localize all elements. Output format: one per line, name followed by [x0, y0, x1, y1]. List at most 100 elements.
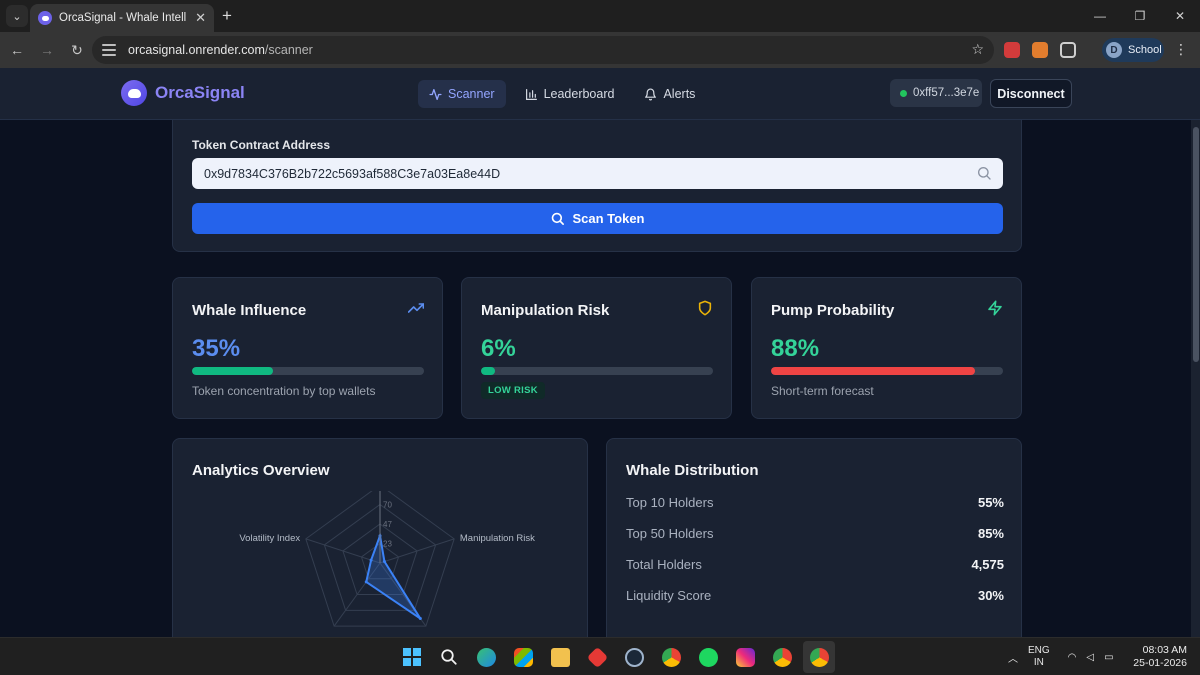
instagram-icon[interactable]	[729, 641, 761, 673]
windows-start-icon[interactable]	[396, 641, 428, 673]
tab-search-button[interactable]: ⌄	[6, 5, 28, 27]
nav-alerts-label: Alerts	[663, 87, 696, 101]
metric-progress-track	[481, 367, 713, 375]
window-controls: — ❐ ✕	[1080, 0, 1200, 32]
browser-tab-strip: ⌄ OrcaSignal - Whale Intelligence ✕ + — …	[0, 0, 1200, 32]
wifi-icon[interactable]: ◠	[1068, 652, 1077, 663]
language-indicator[interactable]: ENG IN	[1028, 645, 1050, 669]
close-window-button[interactable]: ✕	[1160, 0, 1200, 32]
distribution-value: 55%	[977, 495, 1004, 510]
battery-icon[interactable]: ▭	[1104, 652, 1113, 663]
distribution-row: Liquidity Score 30%	[626, 588, 1004, 603]
address-bar[interactable]: orcasignal.onrender.com/scanner ☆	[92, 36, 994, 64]
token-address-input[interactable]	[192, 158, 1003, 189]
brand-logo[interactable]: OrcaSignal	[121, 80, 245, 106]
taskbar-search-icon[interactable]	[433, 641, 465, 673]
token-address-label: Token Contract Address	[192, 138, 331, 152]
fox-extension-icon[interactable]	[1032, 42, 1048, 58]
file-explorer-icon[interactable]	[544, 641, 576, 673]
metric-progress-fill	[481, 367, 495, 375]
metric-title: Manipulation Risk	[481, 302, 610, 319]
search-icon[interactable]	[976, 165, 992, 181]
chrome-active-icon[interactable]	[803, 641, 835, 673]
distribution-value: 30%	[977, 588, 1004, 603]
tray-chevron-icon[interactable]: ︿	[1008, 650, 1018, 665]
nav-leaderboard[interactable]: Leaderboard	[514, 80, 626, 108]
distribution-row: Top 50 Holders 85%	[626, 526, 1004, 541]
search-icon	[552, 212, 565, 225]
metric-caption: Short-term forecast	[771, 384, 874, 398]
scan-token-button[interactable]: Scan Token	[192, 203, 1003, 234]
whale-distribution-card: Whale Distribution Top 10 Holders 55% To…	[606, 438, 1022, 637]
forward-arrow-icon[interactable]: →	[32, 42, 62, 58]
microsoft-store-icon[interactable]	[507, 641, 539, 673]
steam-icon[interactable]	[618, 641, 650, 673]
system-tray: ︿ ENG IN ◠ ◁ ▭	[1008, 638, 1114, 675]
taskbar-apps	[396, 641, 835, 673]
scan-token-label: Scan Token	[572, 211, 645, 226]
metric-value: 35%	[192, 335, 241, 362]
red-extension-icon[interactable]	[1004, 42, 1020, 58]
whale-influence-card: Whale Influence 35% Token concentration …	[172, 277, 443, 419]
nav-alerts[interactable]: Alerts	[633, 80, 706, 108]
red-app-icon[interactable]	[581, 641, 613, 673]
radar-data-point	[418, 617, 422, 621]
scanner-card: Token Contract Address Scan Token	[172, 120, 1022, 252]
system-clock[interactable]: 08:03 AM 25-01-2026	[1131, 644, 1187, 670]
nav-scanner[interactable]: Scanner	[418, 80, 506, 108]
profile-name: School	[1128, 44, 1162, 56]
tab-close-icon[interactable]: ✕	[195, 10, 206, 26]
distribution-title: Whale Distribution	[626, 462, 759, 479]
radar-tick-label: 23	[383, 540, 392, 549]
radar-data-point	[382, 560, 386, 564]
wallet-address-badge[interactable]: 0xff57...3e7e	[890, 79, 982, 107]
restore-button[interactable]: ❐	[1120, 0, 1160, 32]
trending-up-icon	[408, 303, 424, 313]
metric-value: 6%	[481, 335, 516, 362]
orca-logo-icon	[121, 80, 147, 106]
site-info-icon[interactable]	[102, 44, 116, 56]
url-text[interactable]: orcasignal.onrender.com/scanner	[128, 43, 313, 57]
activity-icon	[429, 88, 442, 100]
lightning-icon	[988, 300, 1002, 316]
chrome-icon[interactable]	[655, 641, 687, 673]
metric-caption: Token concentration by top wallets	[192, 384, 376, 398]
orca-favicon-icon	[38, 11, 52, 25]
chrome-profile-icon[interactable]	[766, 641, 798, 673]
bookmark-star-icon[interactable]: ☆	[971, 41, 984, 58]
radar-axis-label: Manipulation Risk	[460, 533, 535, 544]
connected-status-dot	[900, 89, 907, 97]
minimize-button[interactable]: —	[1080, 0, 1120, 32]
new-tab-button[interactable]: +	[222, 7, 232, 24]
disconnect-button[interactable]: Disconnect	[990, 79, 1072, 108]
tab-title: OrcaSignal - Whale Intelligence	[59, 12, 187, 24]
nav-scanner-label: Scanner	[448, 87, 495, 101]
spotify-icon[interactable]	[692, 641, 724, 673]
volume-icon[interactable]: ◁	[1086, 652, 1094, 663]
metric-progress-track	[192, 367, 424, 375]
main-content: Token Contract Address Scan Token Whale …	[0, 120, 1190, 637]
back-arrow-icon[interactable]: ←	[2, 42, 32, 58]
radar-data-point	[369, 558, 373, 562]
puzzle-extensions-icon[interactable]	[1060, 42, 1076, 58]
distribution-label: Top 50 Holders	[626, 526, 714, 541]
extensions-area	[1004, 32, 1076, 68]
radar-data-point	[364, 580, 368, 584]
avatar: D	[1106, 42, 1122, 58]
distribution-label: Total Holders	[626, 557, 702, 572]
pump-probability-card: Pump Probability 88% Short-term forecast	[751, 277, 1022, 419]
edge-browser-icon[interactable]	[470, 641, 502, 673]
distribution-label: Liquidity Score	[626, 588, 712, 603]
shield-icon	[698, 300, 712, 316]
browser-tab[interactable]: OrcaSignal - Whale Intelligence ✕	[30, 4, 214, 32]
scrollbar-thumb[interactable]	[1193, 127, 1199, 362]
radar-axis-label: Volatility Index	[239, 533, 300, 544]
region-code: IN	[1033, 657, 1044, 668]
distribution-row: Total Holders 4,575	[626, 557, 1004, 572]
bell-icon	[645, 88, 657, 100]
browser-menu-icon[interactable]: ⋮	[1174, 42, 1188, 56]
analytics-title: Analytics Overview	[192, 462, 330, 479]
metric-progress-track	[771, 367, 1003, 375]
reload-icon[interactable]: ↻	[62, 42, 92, 59]
profile-button[interactable]: D School	[1102, 38, 1164, 62]
